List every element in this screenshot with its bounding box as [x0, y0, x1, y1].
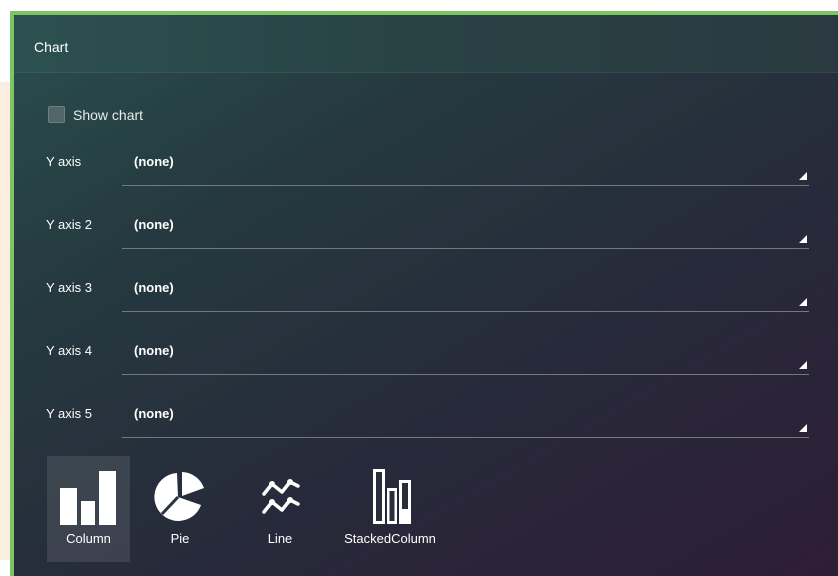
y-axis-2-select[interactable]: (none) [122, 211, 809, 249]
chart-type-column-button[interactable]: Column [47, 456, 130, 562]
show-chart-checkbox[interactable] [48, 106, 65, 123]
y-axis-4-select[interactable]: (none) [122, 337, 809, 375]
page: Chart Show chart Y axis (none) Y axis 2 … [0, 0, 838, 576]
chart-type-line-button[interactable]: Line [230, 456, 330, 562]
dropdown-caret-icon [799, 172, 807, 180]
panel-header: Chart [14, 15, 838, 73]
chart-type-line-label: Line [267, 531, 293, 546]
column-chart-icon [60, 471, 116, 525]
y-axis-5-label: Y axis 5 [46, 406, 93, 421]
dropdown-caret-icon [799, 361, 807, 369]
line-chart-icon [262, 479, 300, 514]
show-chart-label: Show chart [73, 106, 144, 123]
chart-type-pie-button[interactable]: Pie [130, 456, 230, 562]
y-axis-4-value: (none) [134, 343, 174, 358]
chart-type-stackedcolumn-button[interactable]: StackedColumn [330, 456, 450, 562]
y-axis-3-value: (none) [134, 280, 174, 295]
y-axis-label: Y axis [46, 154, 82, 169]
y-axis-4-row: Y axis 4 (none) [14, 337, 814, 377]
chart-type-stackedcolumn-label: StackedColumn [344, 531, 436, 546]
y-axis-2-row: Y axis 2 (none) [14, 211, 814, 251]
y-axis-5-select[interactable]: (none) [122, 400, 809, 438]
y-axis-4-label: Y axis 4 [46, 343, 93, 358]
stacked-column-chart-icon [373, 469, 411, 524]
y-axis-5-row: Y axis 5 (none) [14, 400, 814, 440]
dropdown-caret-icon [799, 298, 807, 306]
chart-type-column-label: Column [66, 531, 111, 546]
y-axis-5-value: (none) [134, 406, 174, 421]
panel-title: Chart [34, 39, 69, 55]
show-chart-toggle[interactable]: Show chart [48, 106, 143, 123]
y-axis-select[interactable]: (none) [122, 148, 809, 186]
y-axis-2-label: Y axis 2 [46, 217, 93, 232]
y-axis-3-select[interactable]: (none) [122, 274, 809, 312]
chart-settings-panel: Chart Show chart Y axis (none) Y axis 2 … [10, 11, 838, 576]
dropdown-caret-icon [799, 424, 807, 432]
y-axis-3-label: Y axis 3 [46, 280, 93, 295]
y-axis-3-row: Y axis 3 (none) [14, 274, 814, 314]
chart-type-selector: Column Pie Line StackedColumn [47, 456, 450, 562]
y-axis-row: Y axis (none) [14, 148, 814, 188]
pie-chart-icon [154, 472, 204, 521]
y-axis-2-value: (none) [134, 217, 174, 232]
y-axis-value: (none) [134, 154, 174, 169]
dropdown-caret-icon [799, 235, 807, 243]
chart-type-pie-label: Pie [170, 531, 190, 546]
